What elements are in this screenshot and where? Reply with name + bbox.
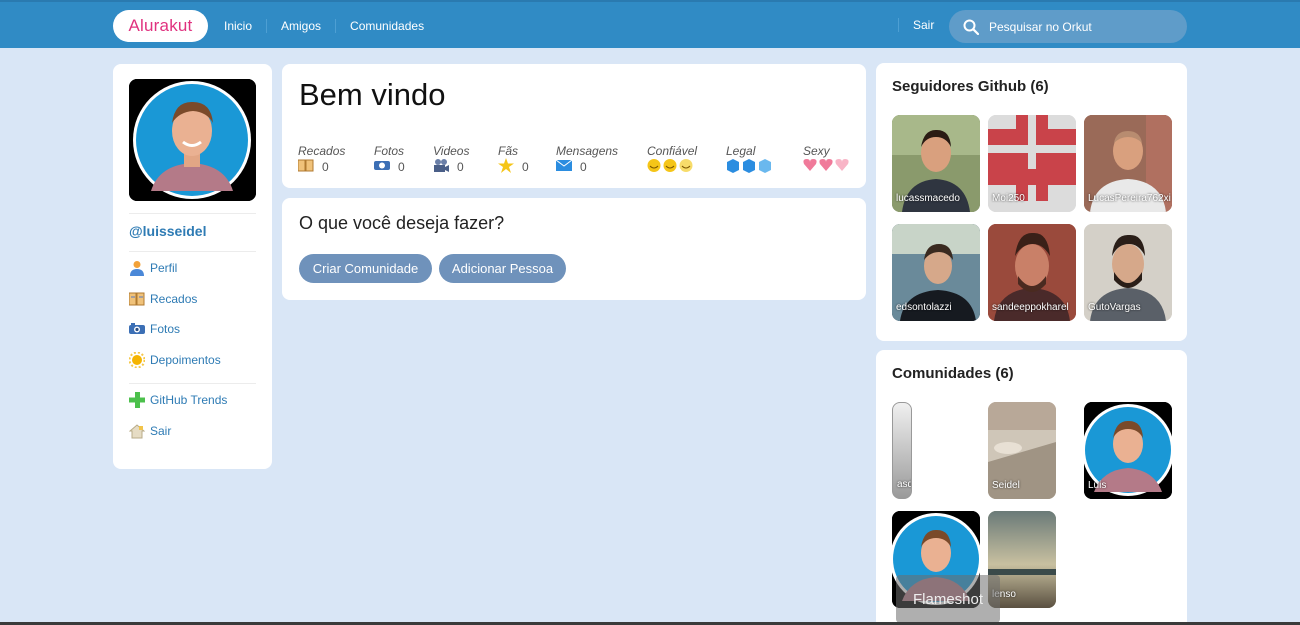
envelope-icon [555,159,573,174]
follower-name: lucassmacedo [896,193,960,204]
follower-card[interactable]: sandeeppokharel [988,224,1076,321]
sidebar-item-recados[interactable]: Recados [129,291,197,307]
stat-sexy: Sexy [803,144,859,174]
stat-legal: Legal [726,144,782,174]
search-input[interactable] [989,19,1169,34]
follower-card[interactable]: LucasPereira762xi [1084,115,1172,212]
plus-icon [129,392,145,408]
smiley-icon [647,158,695,176]
search-bar[interactable] [949,10,1187,43]
divider [129,383,256,384]
follower-name: GutoVargas [1088,302,1141,313]
notebook-icon [129,291,145,307]
community-card[interactable]: Luis [1084,402,1172,499]
stat-value: 0 [580,159,587,174]
follower-card[interactable]: edsontolazzi [892,224,980,321]
stat-value: 0 [522,159,529,174]
user-icon [129,260,145,276]
community-name: asd [897,479,912,490]
sidebar-item-label: Fotos [150,322,181,336]
stat-value: 0 [398,159,405,174]
welcome-panel: Bem vindo Recados 0 Fotos 0 Videos 0 Fãs… [282,64,866,188]
community-card[interactable]: asd [892,402,912,499]
stat-value: 0 [457,159,464,174]
profile-sidebar: @luisseidel Perfil Recados Fotos Depoime… [113,64,272,469]
follower-name: sandeeppokharel [992,302,1069,313]
follower-card[interactable]: lucassmacedo [892,115,980,212]
follower-name: edsontolazzi [896,302,952,313]
actions-panel: O que você deseja fazer? Criar Comunidad… [282,198,866,300]
sidebar-item-perfil[interactable]: Perfil [129,260,177,276]
welcome-title: Bem vindo [299,77,446,112]
stat-value: 0 [322,159,329,174]
stat-confiavel: Confiável [647,144,703,174]
sidebar-item-sair[interactable]: Sair [129,423,171,439]
divider [129,251,256,252]
alurakut-logo[interactable]: Alurakut [113,10,208,42]
sun-icon [129,352,145,368]
divider [129,213,256,214]
stat-fotos: Fotos 0 [374,144,405,174]
cube-icon [726,158,774,176]
profile-avatar[interactable] [129,79,256,201]
stat-label: Sexy [803,144,830,158]
add-person-button[interactable]: Adicionar Pessoa [439,254,566,283]
sidebar-item-github-trends[interactable]: GitHub Trends [129,392,227,408]
sidebar-item-label: GitHub Trends [150,393,228,407]
sidebar-item-fotos[interactable]: Fotos [129,321,180,337]
followers-panel: Seguidores Github (6) lucassmacedo Moi25… [876,63,1187,341]
flameshot-overlay: Flameshot [896,575,1000,623]
star-icon [498,157,514,176]
sidebar-item-label: Recados [150,292,198,306]
nav-comunidades[interactable]: Comunidades [336,19,438,33]
community-name: Luis [1088,480,1107,491]
notebook-icon [297,159,314,175]
stat-fas: Fãs 0 [498,144,529,174]
actions-question: O que você deseja fazer? [299,213,505,233]
main-nav: Inicio Amigos Comunidades [210,2,438,50]
sidebar-item-label: Perfil [150,261,178,275]
heart-icon [803,158,851,175]
sidebar-item-label: Sair [150,424,172,438]
community-card[interactable]: Seidel [988,402,1056,499]
create-community-button[interactable]: Criar Comunidade [299,254,432,283]
stat-recados: Recados 0 [297,144,346,175]
camera-icon [129,321,145,337]
stat-label: Mensagens [556,144,619,158]
stat-mensagens: Mensagens 0 [555,144,619,174]
stat-label: Recados [298,144,346,158]
community-name: Seidel [992,480,1020,491]
followers-title: Seguidores Github (6) [892,78,1049,95]
follower-card[interactable]: GutoVargas [1084,224,1172,321]
communities-title: Comunidades (6) [892,365,1014,382]
top-bar: Alurakut Inicio Amigos Comunidades Sair [0,0,1300,48]
sidebar-item-depoimentos[interactable]: Depoimentos [129,352,221,368]
profile-username[interactable]: @luisseidel [129,223,206,239]
home-icon [129,423,145,439]
stat-label: Fotos [374,144,405,158]
stat-videos: Videos 0 [433,144,469,174]
camera-icon [374,159,390,174]
video-camera-icon [433,158,449,175]
nav-amigos[interactable]: Amigos [267,19,337,33]
follower-name: Moi250 [992,193,1025,204]
follower-name: LucasPereira762xi [1088,193,1171,204]
nav-inicio[interactable]: Inicio [210,19,268,33]
stat-label: Videos [433,144,470,158]
follower-card[interactable]: Moi250 [988,115,1076,212]
search-icon [963,19,979,35]
sidebar-item-label: Depoimentos [150,353,221,367]
logout-link[interactable]: Sair [898,18,934,32]
